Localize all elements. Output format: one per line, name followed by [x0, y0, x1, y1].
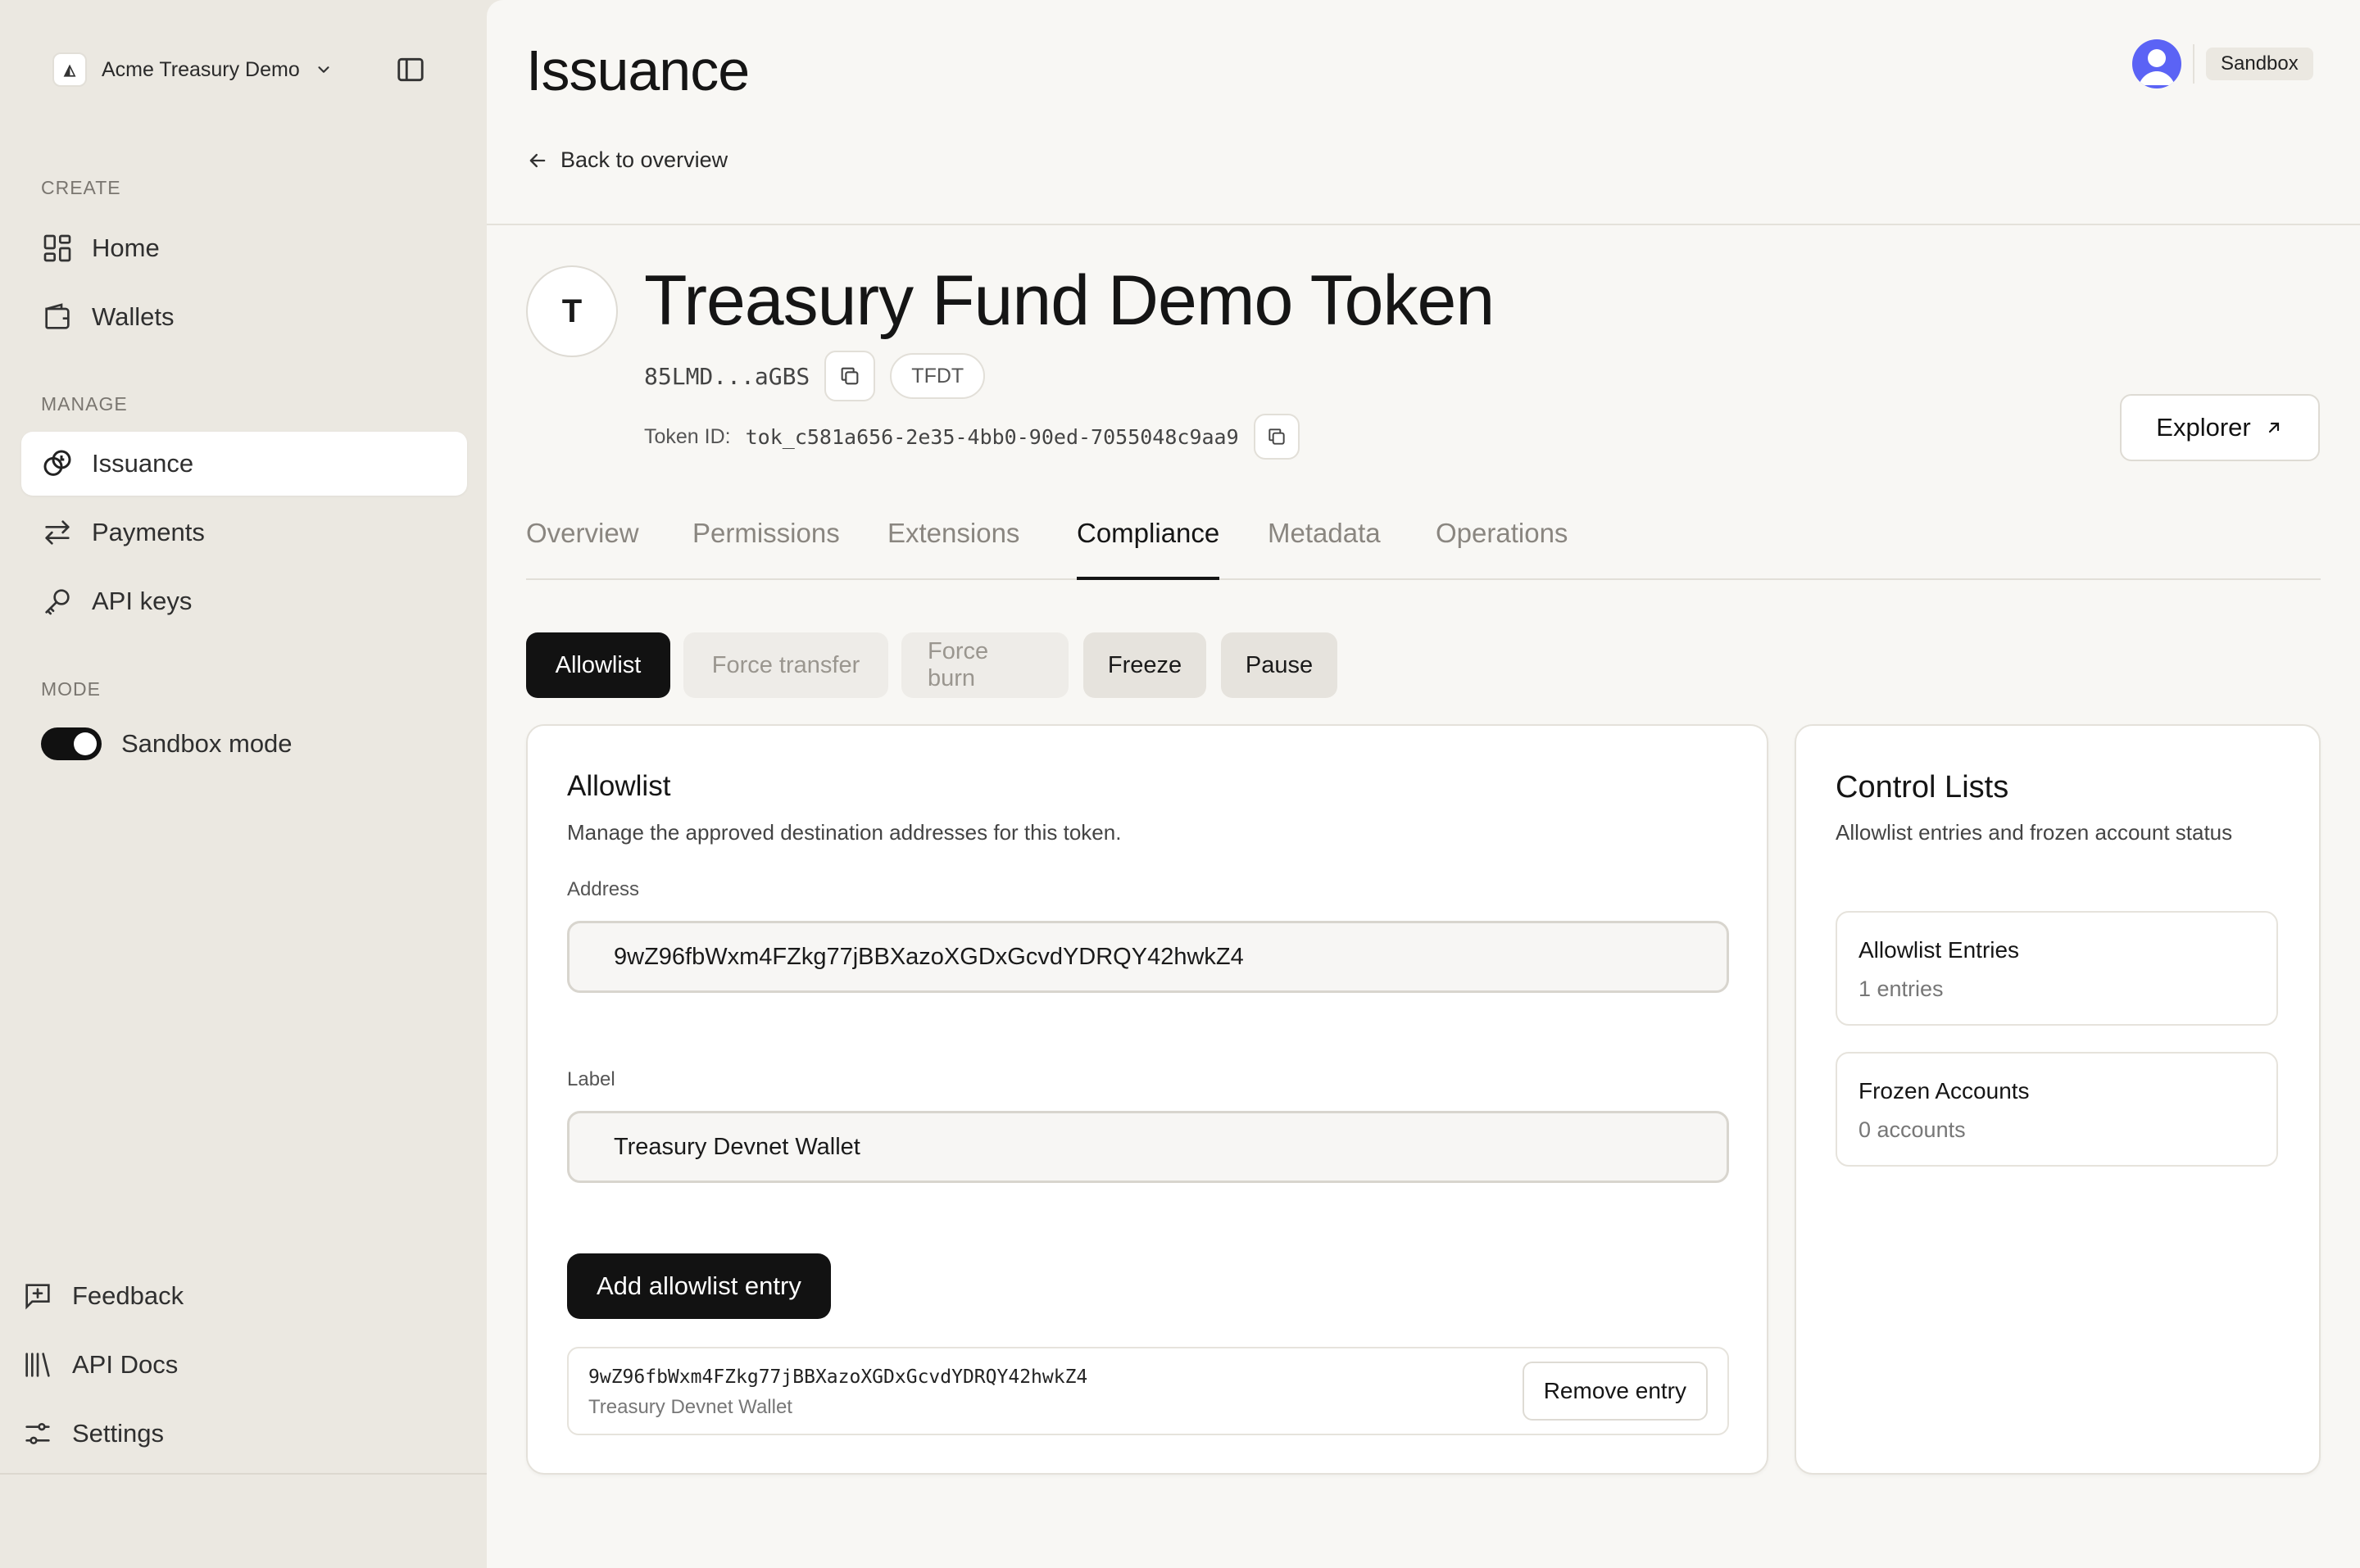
- control-lists-description: Allowlist entries and frozen account sta…: [1836, 820, 2233, 845]
- remove-entry-button[interactable]: Remove entry: [1522, 1362, 1708, 1421]
- main-content: Issuance Back to overview Sandbox T Trea…: [487, 0, 2360, 1568]
- issuance-icon: [43, 450, 71, 476]
- sidebar-item-issuance[interactable]: Issuance: [21, 432, 467, 496]
- user-icon: [2139, 49, 2175, 85]
- sidebar-item-api-keys[interactable]: API keys: [21, 569, 467, 633]
- token-address-row: 85LMD...aGBS TFDT: [644, 351, 986, 401]
- sidebar-item-label: Payments: [92, 518, 205, 546]
- token-id-row: Token ID: tok_c581a656-2e35-4bb0-90ed-70…: [644, 414, 1300, 460]
- sidebar-item-api-docs[interactable]: API Docs: [21, 1340, 178, 1389]
- sandbox-mode-label: Sandbox mode: [121, 729, 293, 758]
- allowlist-entries-summary: Allowlist Entries 1 entries: [1836, 911, 2278, 1026]
- external-link-icon: [2268, 422, 2279, 433]
- sidebar-item-label: Issuance: [92, 449, 194, 478]
- token-symbol-badge: TFDT: [890, 353, 986, 399]
- copy-icon: [841, 367, 859, 385]
- section-label-mode: MODE: [41, 678, 101, 700]
- explorer-button-label: Explorer: [2156, 413, 2251, 442]
- copy-address-button[interactable]: [824, 351, 876, 401]
- allowlist-card-description: Manage the approved destination addresse…: [567, 820, 1122, 845]
- allowlist-card: Allowlist Manage the approved destinatio…: [526, 724, 1768, 1475]
- library-icon: [25, 1353, 50, 1377]
- workspace-logo: ◭: [52, 52, 87, 87]
- allowlist-entries-count: 1 entries: [1858, 977, 1944, 1001]
- tab-metadata[interactable]: Metadata: [1268, 518, 1381, 580]
- tab-overview[interactable]: Overview: [526, 518, 639, 580]
- grid-icon: [43, 234, 71, 262]
- token-id-value: tok_c581a656-2e35-4bb0-90ed-7055048c9aa9: [745, 424, 1239, 449]
- sidebar-item-home[interactable]: Home: [21, 216, 467, 280]
- page-title: Issuance: [526, 39, 750, 102]
- force-transfer-action-button[interactable]: Force transfer: [683, 632, 888, 698]
- token-name: Treasury Fund Demo Token: [644, 261, 1495, 340]
- sidebar-item-feedback[interactable]: Feedback: [21, 1271, 184, 1321]
- token-id-label: Token ID:: [644, 424, 731, 448]
- tab-permissions[interactable]: Permissions: [692, 518, 840, 580]
- add-allowlist-entry-button[interactable]: Add allowlist entry: [567, 1253, 831, 1319]
- allowlist-entry-row: 9wZ96fbWxm4FZkg77jBBXazoXGDxGcvdYDRQY42h…: [567, 1347, 1729, 1435]
- section-label-manage: MANAGE: [41, 393, 128, 415]
- sidebar-item-label: API Docs: [72, 1350, 179, 1379]
- sidebar-item-settings[interactable]: Settings: [21, 1409, 164, 1458]
- sandbox-mode-toggle[interactable]: [41, 727, 102, 760]
- sidebar-item-label: Wallets: [92, 302, 175, 331]
- tab-extensions[interactable]: Extensions: [887, 518, 1019, 580]
- allowlist-entries-title: Allowlist Entries: [1858, 937, 2020, 963]
- address-input[interactable]: 9wZ96fbWxm4FZkg77jBBXazoXGDxGcvdYDRQY42h…: [567, 921, 1729, 993]
- arrow-left-icon: [529, 153, 546, 167]
- sidebar: ◭ Acme Treasury Demo CREATE Home Wallets…: [0, 0, 487, 1475]
- back-to-overview-link[interactable]: Back to overview: [526, 147, 728, 173]
- sidebar-item-payments[interactable]: Payments: [21, 501, 467, 564]
- environment-badge: Sandbox: [2206, 48, 2313, 80]
- explorer-button[interactable]: Explorer: [2120, 394, 2320, 461]
- allowlist-card-title: Allowlist: [567, 770, 671, 802]
- workspace-name: Acme Treasury Demo: [102, 57, 300, 81]
- sidebar-item-label: Settings: [72, 1419, 165, 1448]
- token-address: 85LMD...aGBS: [644, 362, 810, 390]
- wallet-icon: [45, 303, 70, 329]
- control-lists-card: Control Lists Allowlist entries and froz…: [1795, 724, 2321, 1475]
- token-avatar: T: [526, 265, 618, 357]
- page-header: Issuance Back to overview Sandbox: [487, 0, 2360, 225]
- copy-icon: [1268, 428, 1285, 445]
- sidebar-item-label: Feedback: [72, 1281, 184, 1310]
- address-field-label: Address: [567, 878, 640, 900]
- pause-action-button[interactable]: Pause: [1221, 632, 1337, 698]
- force-burn-action-button[interactable]: Force burn: [901, 632, 1069, 698]
- sliders-icon: [25, 1423, 50, 1444]
- sidebar-item-label: Home: [92, 233, 160, 262]
- arrows-icon: [45, 520, 70, 545]
- frozen-accounts-summary: Frozen Accounts 0 accounts: [1836, 1052, 2278, 1167]
- workspace-switcher[interactable]: ◭ Acme Treasury Demo: [52, 51, 333, 88]
- feedback-icon: [25, 1284, 50, 1310]
- sidebar-toggle-icon[interactable]: [395, 54, 426, 85]
- chevron-down-icon: [318, 66, 329, 73]
- user-avatar[interactable]: [2132, 39, 2181, 88]
- label-input[interactable]: Treasury Devnet Wallet: [567, 1111, 1729, 1183]
- allowlist-action-button[interactable]: Allowlist: [526, 632, 670, 698]
- sandbox-mode-row: Sandbox mode: [41, 727, 293, 760]
- sidebar-item-wallets[interactable]: Wallets: [21, 285, 467, 349]
- control-lists-title: Control Lists: [1836, 770, 2009, 804]
- frozen-accounts-count: 0 accounts: [1858, 1117, 1966, 1142]
- back-link-label: Back to overview: [560, 147, 728, 172]
- tab-operations[interactable]: Operations: [1436, 518, 1568, 580]
- header-divider: [2193, 44, 2194, 84]
- label-field-label: Label: [567, 1068, 615, 1090]
- freeze-action-button[interactable]: Freeze: [1083, 632, 1206, 698]
- key-icon: [45, 589, 70, 615]
- sidebar-item-label: API keys: [92, 587, 193, 615]
- frozen-accounts-title: Frozen Accounts: [1858, 1078, 2030, 1103]
- tab-compliance[interactable]: Compliance: [1077, 518, 1220, 580]
- allowlist-entry-address: 9wZ96fbWxm4FZkg77jBBXazoXGDxGcvdYDRQY42h…: [588, 1366, 1088, 1388]
- copy-token-id-button[interactable]: [1253, 414, 1300, 460]
- allowlist-entry-label: Treasury Devnet Wallet: [588, 1396, 792, 1418]
- section-label-create: CREATE: [41, 177, 121, 198]
- token-tabs: Overview Permissions Extensions Complian…: [526, 508, 2321, 580]
